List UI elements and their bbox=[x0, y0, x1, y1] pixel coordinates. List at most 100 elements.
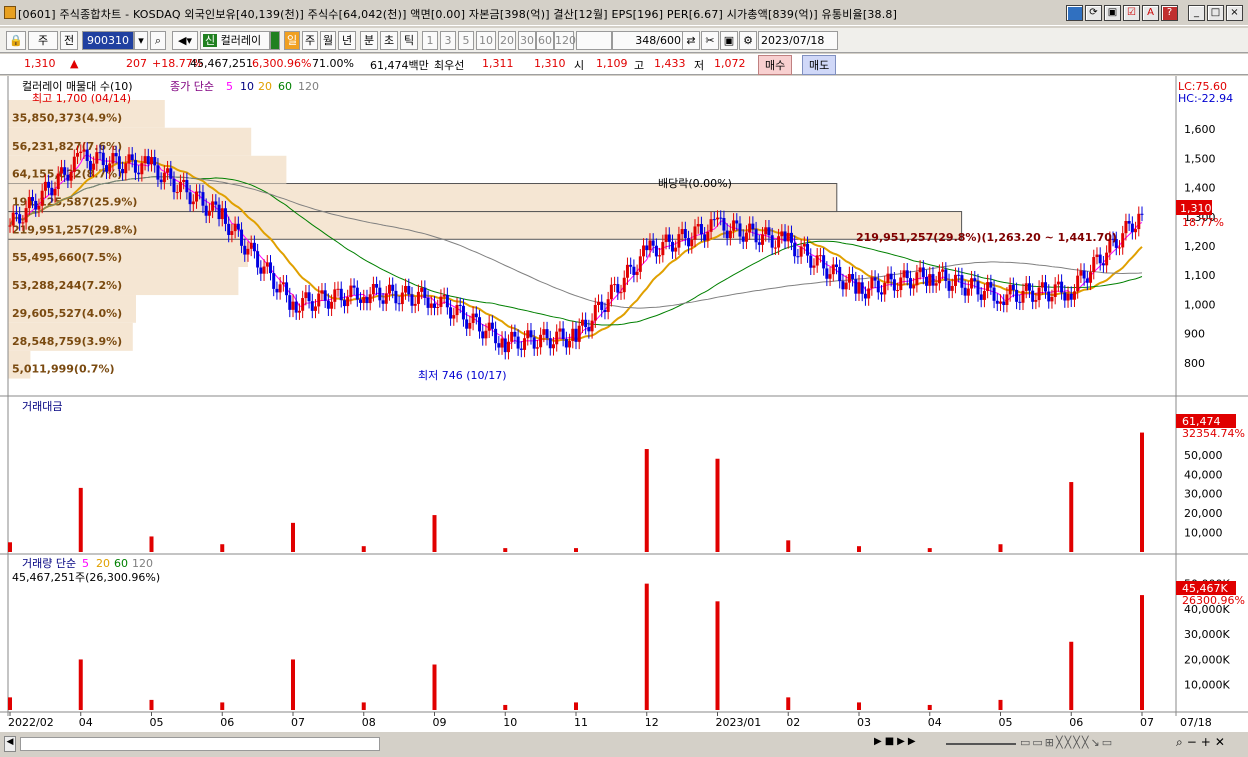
stock-code-input[interactable]: 900310 bbox=[82, 31, 134, 50]
volume-bar bbox=[149, 699, 154, 710]
refresh-icon[interactable]: ⟳ bbox=[1085, 5, 1102, 21]
minute-60[interactable]: 60 bbox=[536, 31, 554, 50]
period-day[interactable]: 일 bbox=[284, 31, 300, 50]
candle-body bbox=[1137, 213, 1141, 230]
scroll-left-icon[interactable]: ◀ bbox=[4, 736, 16, 752]
candle-body bbox=[1044, 282, 1048, 292]
candle-body bbox=[748, 223, 752, 233]
amount-bar bbox=[78, 487, 83, 552]
code-dropdown-icon[interactable]: ▾ bbox=[134, 31, 148, 50]
up-arrow-icon: ▲ bbox=[70, 57, 79, 70]
candle-body bbox=[844, 282, 848, 290]
candle-body bbox=[108, 163, 112, 172]
maximize-button[interactable]: □ bbox=[1207, 5, 1224, 21]
candle-body bbox=[37, 205, 41, 210]
scroll-thumb[interactable] bbox=[20, 737, 380, 751]
save-icon[interactable]: ▣ bbox=[1104, 5, 1121, 21]
candle-body bbox=[278, 284, 282, 293]
date-input[interactable]: 2023/07/18 bbox=[758, 31, 838, 50]
market-type-select[interactable]: 주 bbox=[28, 31, 58, 50]
buy-button[interactable]: 매수 bbox=[758, 55, 793, 75]
amount-bar bbox=[432, 515, 437, 552]
minute-3[interactable]: 3 bbox=[440, 31, 456, 50]
custom-period-input[interactable] bbox=[576, 31, 612, 50]
sell-button[interactable]: 매도 bbox=[802, 55, 837, 75]
candle-body bbox=[24, 208, 28, 223]
speaker-icon[interactable]: ◀▾ bbox=[172, 31, 198, 50]
candle-body bbox=[777, 236, 781, 248]
candle-body bbox=[838, 266, 842, 282]
candle-body bbox=[191, 201, 195, 205]
ma-60: 60 bbox=[278, 80, 292, 93]
candle-body bbox=[802, 243, 806, 247]
minute-30[interactable]: 30 bbox=[518, 31, 536, 50]
period-tick[interactable]: 틱 bbox=[400, 31, 418, 50]
candle-body bbox=[169, 168, 173, 179]
settings-icon[interactable]: ⚙ bbox=[739, 31, 757, 50]
minimize-button[interactable]: _ bbox=[1188, 5, 1205, 21]
minute-20[interactable]: 20 bbox=[498, 31, 516, 50]
date-value: 2023/07/18 bbox=[761, 34, 825, 47]
candle-body bbox=[577, 325, 581, 342]
prev-button[interactable]: 전 bbox=[60, 31, 78, 50]
link-icon[interactable] bbox=[1066, 5, 1083, 21]
candle-body bbox=[375, 283, 379, 288]
lock-icon[interactable]: 🔒 bbox=[6, 31, 26, 50]
candle-body bbox=[1011, 284, 1015, 290]
candle-body bbox=[834, 264, 838, 267]
candle-body bbox=[159, 179, 163, 183]
period-year[interactable]: 년 bbox=[338, 31, 356, 50]
candle-body bbox=[986, 282, 990, 291]
candle-body bbox=[291, 301, 295, 310]
candle-body bbox=[182, 179, 186, 182]
volume-tick: 10,000K bbox=[1184, 679, 1230, 692]
zoom-slider[interactable] bbox=[946, 743, 1016, 745]
candle-body bbox=[1079, 270, 1083, 276]
candle-body bbox=[117, 156, 121, 170]
amount-bar bbox=[1140, 432, 1144, 552]
save-chart-icon[interactable]: ▣ bbox=[720, 31, 738, 50]
period-minute[interactable]: 분 bbox=[360, 31, 378, 50]
candle-body bbox=[124, 163, 128, 174]
candle-body bbox=[111, 153, 115, 164]
minute-10[interactable]: 10 bbox=[476, 31, 496, 50]
chart-area[interactable]: 5,011,999(0.7%) 28,548,759(3.9%) 29,605,52… bbox=[0, 76, 1248, 732]
candle-body bbox=[1060, 281, 1064, 293]
candle-body bbox=[883, 282, 887, 295]
profile-bar bbox=[7, 211, 963, 240]
period-month[interactable]: 월 bbox=[320, 31, 336, 50]
candle-body bbox=[568, 341, 572, 348]
minute-1[interactable]: 1 bbox=[422, 31, 438, 50]
candle-body bbox=[735, 220, 739, 224]
x-label: 06 bbox=[1069, 716, 1083, 729]
scroll-bar[interactable]: ◀ ▶■▶▶ ▭▭⊞╳╳╳╳↘▭ ⌕−+✕ bbox=[0, 732, 1248, 757]
period-week[interactable]: 주 bbox=[302, 31, 318, 50]
period-second[interactable]: 초 bbox=[380, 31, 398, 50]
candle-body bbox=[50, 187, 54, 196]
minute-5[interactable]: 5 bbox=[458, 31, 474, 50]
vma-120: 120 bbox=[132, 557, 153, 570]
search-icon[interactable]: ⌕ bbox=[150, 31, 166, 50]
profile-label: 29,605,527(4.0%) bbox=[12, 307, 122, 320]
tools-icon[interactable]: ✂ bbox=[701, 31, 719, 50]
x-label: 05 bbox=[150, 716, 164, 729]
candle-body bbox=[558, 328, 562, 332]
checkbox-icon[interactable]: ☑ bbox=[1123, 5, 1140, 21]
font-icon[interactable]: A bbox=[1142, 5, 1159, 21]
close-button[interactable]: × bbox=[1226, 5, 1243, 21]
style-arrow-icon[interactable] bbox=[270, 31, 280, 50]
help-icon[interactable]: ? bbox=[1161, 5, 1178, 21]
candle-body bbox=[606, 299, 610, 312]
dividend-marker: 배당락(0.00%) bbox=[658, 177, 732, 190]
scroll-arrows-icon[interactable]: ⇄ bbox=[682, 31, 700, 50]
candle-body bbox=[474, 313, 478, 318]
zoom-controls-icons[interactable]: ⌕−+✕ bbox=[1176, 735, 1246, 751]
playback-icons[interactable]: ▶■▶▶ bbox=[874, 736, 938, 752]
drawing-tools-icons[interactable]: ▭▭⊞╳╳╳╳↘▭ bbox=[1020, 736, 1170, 752]
minute-120[interactable]: 120 bbox=[554, 31, 576, 50]
count-input[interactable]: 348/600 bbox=[612, 31, 684, 50]
chart-style-select[interactable]: 신 컬러레이 bbox=[200, 31, 270, 50]
profile-label: 28,548,759(3.9%) bbox=[12, 335, 122, 348]
candle-body bbox=[809, 255, 813, 268]
x-label: 2022/02 bbox=[8, 716, 54, 729]
